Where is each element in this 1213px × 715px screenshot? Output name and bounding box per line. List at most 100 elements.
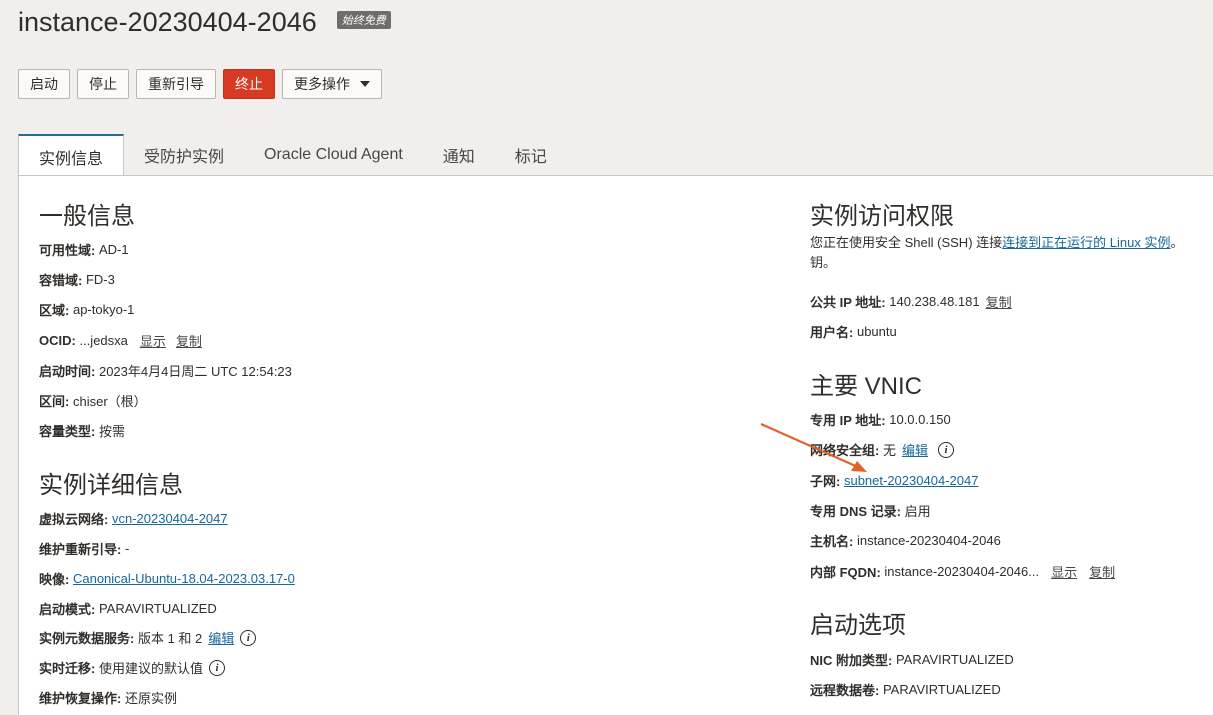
- info-icon[interactable]: i: [938, 441, 954, 458]
- username-value: ubuntu: [856, 324, 897, 339]
- internal-fqdn-value: instance-20230404-2046...: [884, 564, 1040, 579]
- nsg-label: 网络安全组:: [810, 443, 880, 458]
- region-label: 区域:: [39, 303, 70, 318]
- recovery-action-label: 维护恢复操作:: [39, 691, 122, 706]
- nic-attachment-value: PARAVIRTUALIZED: [895, 652, 1014, 667]
- ocid-row: OCID: ...jedsxa 显示 复制: [39, 331, 202, 350]
- image-link[interactable]: Canonical-Ubuntu-18.04-2023.03.17-0: [73, 571, 295, 586]
- vcn-label: 虚拟云网络:: [39, 512, 109, 527]
- hostname-row: 主机名: instance-20230404-2046: [810, 531, 1001, 550]
- launch-mode-row: 启动模式: PARAVIRTUALIZED: [39, 599, 217, 618]
- fault-domain-row: 容错域: FD-3: [39, 270, 115, 289]
- general-info-heading: 一般信息: [39, 203, 135, 230]
- tab-notifications[interactable]: 通知: [423, 134, 495, 176]
- availability-domain-value: AD-1: [98, 242, 129, 257]
- image-label: 映像:: [39, 572, 70, 587]
- subnet-label: 子网:: [810, 474, 841, 489]
- public-ip-row: 公共 IP 地址: 140.238.48.181 复制: [810, 292, 1012, 311]
- metadata-service-value: 版本 1 和 2: [137, 631, 203, 646]
- fault-domain-value: FD-3: [85, 272, 115, 287]
- page-title: instance-20230404-2046: [18, 6, 317, 37]
- tab-oracle-cloud-agent[interactable]: Oracle Cloud Agent: [244, 134, 423, 176]
- tab-bar: 实例信息 受防护实例 Oracle Cloud Agent 通知 标记: [18, 134, 567, 177]
- fqdn-copy-link[interactable]: 复制: [1089, 562, 1115, 581]
- private-dns-row: 专用 DNS 记录: 启用: [810, 501, 931, 520]
- launch-mode-value: PARAVIRTUALIZED: [98, 601, 217, 616]
- metadata-service-row: 实例元数据服务: 版本 1 和 2 编辑 i: [39, 628, 257, 647]
- vcn-link[interactable]: vcn-20230404-2047: [112, 511, 228, 526]
- public-ip-value: 140.238.48.181: [889, 294, 980, 309]
- nsg-value: 无: [882, 443, 896, 458]
- connect-linux-link[interactable]: 连接到正在运行的 Linux 实例: [1002, 235, 1170, 250]
- more-actions-label: 更多操作: [294, 76, 350, 92]
- tab-instance-info[interactable]: 实例信息: [18, 134, 125, 177]
- maintenance-reboot-row: 维护重新引导: -: [39, 539, 129, 558]
- ocid-value: ...jedsxa: [79, 333, 128, 348]
- always-free-badge: 始终免费: [336, 11, 391, 29]
- private-dns-label: 专用 DNS 记录:: [810, 504, 902, 519]
- nsg-row: 网络安全组: 无 编辑 i: [810, 440, 954, 459]
- live-migration-row: 实时迁移: 使用建议的默认值 i: [39, 658, 225, 677]
- fqdn-show-link[interactable]: 显示: [1051, 562, 1077, 581]
- access-desc-text: 您正在使用安全 Shell (SSH) 连接: [810, 235, 1003, 250]
- remote-volume-label: 远程数据卷:: [810, 683, 880, 698]
- terminate-button[interactable]: 终止: [223, 69, 275, 99]
- metadata-edit-link[interactable]: 编辑: [208, 628, 234, 647]
- capacity-type-label: 容量类型:: [39, 424, 96, 439]
- ocid-label: OCID:: [39, 333, 76, 348]
- compartment-value: chiser（根）: [72, 394, 147, 409]
- info-icon[interactable]: i: [240, 629, 257, 646]
- tab-tags[interactable]: 标记: [495, 134, 567, 176]
- instance-info-panel: 一般信息 可用性域: AD-1 容错域: FD-3 区域: ap-tokyo-1…: [18, 175, 1213, 715]
- maintenance-reboot-value: -: [124, 541, 130, 556]
- compartment-label: 区间:: [39, 394, 70, 409]
- internal-fqdn-label: 内部 FQDN:: [810, 565, 881, 580]
- ocid-show-link[interactable]: 显示: [140, 331, 166, 350]
- launched-row: 启动时间: 2023年4月4日周二 UTC 12:54:23: [39, 361, 292, 380]
- page-header: instance-20230404-2046 始终免费: [18, 2, 391, 42]
- ocid-copy-link[interactable]: 复制: [176, 331, 202, 350]
- image-row: 映像: Canonical-Ubuntu-18.04-2023.03.17-0: [39, 569, 295, 588]
- access-desc-suffix: 。: [1170, 235, 1184, 250]
- info-icon[interactable]: i: [208, 659, 225, 676]
- private-ip-value: 10.0.0.150: [889, 412, 951, 427]
- access-desc-line2: 钥。: [810, 255, 837, 270]
- start-button[interactable]: 启动: [18, 69, 70, 99]
- maintenance-reboot-label: 维护重新引导:: [39, 542, 122, 557]
- private-dns-value: 启用: [904, 504, 931, 519]
- capacity-type-row: 容量类型: 按需: [39, 421, 125, 440]
- internal-fqdn-row: 内部 FQDN: instance-20230404-2046... 显示 复制: [810, 562, 1115, 581]
- primary-vnic-heading: 主要 VNIC: [810, 373, 923, 400]
- nic-attachment-row: NIC 附加类型: PARAVIRTUALIZED: [810, 650, 1014, 669]
- subnet-row: 子网: subnet-20230404-2047: [810, 471, 978, 490]
- capacity-type-value: 按需: [98, 424, 125, 439]
- recovery-action-row: 维护恢复操作: 还原实例: [39, 688, 177, 707]
- launched-label: 启动时间:: [39, 364, 96, 379]
- hostname-label: 主机名:: [810, 534, 854, 549]
- tab-shielded-instance[interactable]: 受防护实例: [124, 134, 244, 176]
- username-row: 用户名: ubuntu: [810, 322, 897, 341]
- public-ip-copy-link[interactable]: 复制: [986, 292, 1012, 311]
- access-description: 您正在使用安全 Shell (SSH) 连接连接到正在运行的 Linux 实例。…: [810, 233, 1213, 273]
- availability-domain-row: 可用性域: AD-1: [39, 240, 129, 259]
- region-row: 区域: ap-tokyo-1: [39, 300, 134, 319]
- more-actions-button[interactable]: 更多操作: [282, 69, 382, 99]
- availability-domain-label: 可用性域:: [39, 243, 96, 258]
- private-ip-label: 专用 IP 地址:: [810, 413, 886, 428]
- instance-access-heading: 实例访问权限: [810, 203, 954, 230]
- stop-button[interactable]: 停止: [77, 69, 129, 99]
- subnet-link[interactable]: subnet-20230404-2047: [844, 473, 978, 488]
- hostname-value: instance-20230404-2046: [856, 533, 1001, 548]
- reboot-button[interactable]: 重新引导: [136, 69, 216, 99]
- remote-volume-value: PARAVIRTUALIZED: [882, 682, 1001, 697]
- compartment-row: 区间: chiser（根）: [39, 391, 147, 410]
- nic-attachment-label: NIC 附加类型:: [810, 653, 893, 668]
- public-ip-label: 公共 IP 地址:: [810, 295, 886, 310]
- caret-down-icon: [360, 81, 370, 87]
- launch-options-heading: 启动选项: [810, 612, 906, 639]
- live-migration-value: 使用建议的默认值: [98, 661, 203, 676]
- launched-value: 2023年4月4日周二 UTC 12:54:23: [98, 364, 292, 379]
- private-ip-row: 专用 IP 地址: 10.0.0.150: [810, 410, 951, 429]
- nsg-edit-link[interactable]: 编辑: [902, 440, 928, 459]
- region-value: ap-tokyo-1: [72, 302, 135, 317]
